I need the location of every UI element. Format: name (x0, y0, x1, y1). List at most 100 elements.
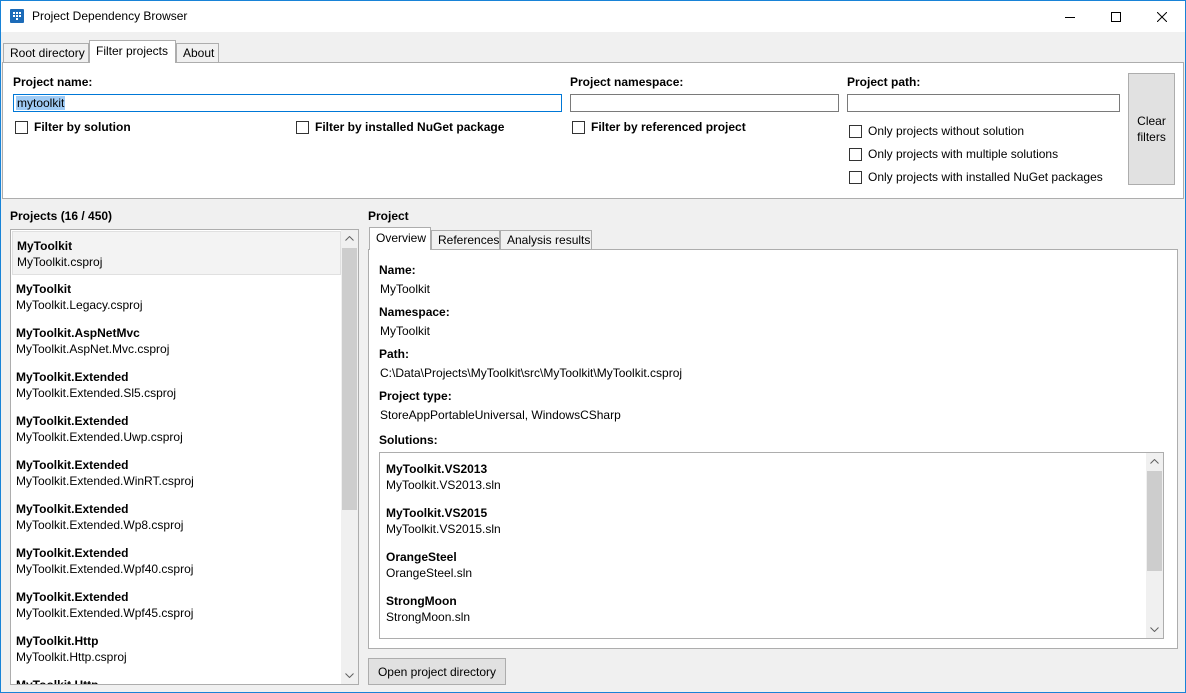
close-icon (1157, 11, 1167, 22)
overview-panel: Name: MyToolkit Namespace: MyToolkit Pat… (368, 249, 1178, 649)
solution-list-item[interactable]: MyToolkit.VS2013 MyToolkit.VS2013.sln (386, 461, 501, 493)
project-path-label: Project path: (847, 75, 921, 89)
project-list-item[interactable]: MyToolkit.Extended MyToolkit.Extended.Uwp… (12, 407, 341, 451)
solution-item-file: OrangeSteel.sln (386, 566, 473, 580)
project-item-name: MyToolkit.Extended (16, 590, 129, 604)
only-without-solution-checkbox[interactable]: Only projects without solution (849, 124, 1024, 138)
maximize-button[interactable] (1093, 1, 1139, 32)
namespace-value: MyToolkit (380, 324, 431, 338)
filter-by-solution-checkbox[interactable]: Filter by solution (15, 120, 131, 134)
filter-by-nuget-label: Filter by installed NuGet package (315, 120, 505, 134)
solution-list-item[interactable]: MyToolkit.VS2015 MyToolkit.VS2015.sln (386, 505, 501, 537)
chevron-up-icon (1150, 459, 1159, 464)
solution-item-name: StrongMoon (386, 594, 457, 608)
solution-item-name: MyToolkit.VS2015 (386, 506, 488, 520)
project-item-file: MyToolkit.AspNet.Mvc.csproj (16, 342, 170, 356)
checkbox-box (15, 120, 28, 134)
path-label: Path: (379, 347, 409, 361)
project-list-item[interactable]: MyToolkit.Extended MyToolkit.Extended.Wp8… (12, 495, 341, 539)
scroll-down-arrow[interactable] (1146, 621, 1163, 638)
project-item-file: MyToolkit.Legacy.csproj (16, 298, 143, 312)
project-item-name: MyToolkit.Extended (16, 414, 129, 428)
project-item-name: MyToolkit.Http (16, 678, 99, 685)
filter-panel: Project name: mytoolkit Project namespac… (2, 62, 1184, 199)
projects-header: Projects (16 / 450) (10, 209, 113, 223)
only-nuget-packages-label: Only projects with installed NuGet packa… (868, 170, 1103, 184)
project-item-name: MyToolkit.Extended (16, 458, 129, 472)
project-type-value: StoreAppPortableUniversal, WindowsCSharp (380, 408, 621, 422)
solutions-list[interactable]: MyToolkit.VS2013 MyToolkit.VS2013.sln MyTo… (379, 452, 1164, 639)
only-multiple-solutions-checkbox[interactable]: Only projects with multiple solutions (849, 147, 1058, 161)
project-item-file: MyToolkit.Extended.Sl5.csproj (16, 386, 177, 400)
project-type-label: Project type: (379, 389, 452, 403)
project-namespace-input[interactable] (570, 94, 839, 112)
solution-list-item[interactable]: OrangeSteel OrangeSteel.sln (386, 549, 472, 581)
project-item-name: MyToolkit.Extended (16, 502, 129, 516)
solution-item-name: OrangeSteel (386, 550, 457, 564)
solutions-scrollbar[interactable] (1146, 453, 1163, 638)
checkbox-box (849, 147, 862, 161)
project-list-item[interactable]: MyToolkit.Extended MyToolkit.Extended.Wpf… (12, 539, 341, 583)
project-item-file: MyToolkit.Extended.Wpf45.csproj (16, 606, 194, 620)
tab-references[interactable]: References (431, 230, 500, 250)
project-item-file: MyToolkit.csproj (17, 255, 103, 269)
project-item-name: MyToolkit.Extended (16, 546, 129, 560)
scroll-down-arrow[interactable] (341, 667, 358, 684)
tab-analysis-results[interactable]: Analysis results (500, 230, 592, 250)
filter-by-referenced-checkbox[interactable]: Filter by referenced project (572, 120, 746, 134)
namespace-label: Namespace: (379, 305, 450, 319)
project-list-item[interactable]: MyToolkit MyToolkit.csproj (12, 231, 341, 275)
filter-by-nuget-checkbox[interactable]: Filter by installed NuGet package (296, 120, 504, 134)
minimize-icon (1065, 16, 1075, 18)
scroll-thumb[interactable] (342, 248, 357, 510)
chevron-up-icon (345, 236, 354, 241)
app-window: Project Dependency Browser Root director… (0, 0, 1186, 693)
project-header: Project (368, 209, 409, 223)
scroll-thumb[interactable] (1147, 471, 1162, 571)
minimize-button[interactable] (1047, 1, 1093, 32)
maximize-icon (1111, 11, 1121, 22)
project-list-item[interactable]: MyToolkit.Extended MyToolkit.Extended.Sl5… (12, 363, 341, 407)
project-list-item[interactable]: MyToolkit.Http (12, 671, 341, 685)
solution-list-item[interactable]: StrongMoon StrongMoon.sln (386, 593, 470, 625)
project-name-value: mytoolkit (16, 96, 66, 110)
filter-by-solution-label: Filter by solution (34, 120, 131, 134)
project-list-item[interactable]: MyToolkit MyToolkit.Legacy.csproj (12, 275, 341, 319)
project-name-label: Project name: (13, 75, 93, 89)
chevron-down-icon (1150, 627, 1159, 632)
checkbox-box (849, 124, 862, 138)
chevron-down-icon (345, 673, 354, 678)
projects-list[interactable]: MyToolkit MyToolkit.csproj MyToolkit MyTool… (10, 229, 359, 685)
app-icon (10, 9, 24, 23)
scroll-up-arrow[interactable] (1146, 453, 1163, 470)
only-without-solution-label: Only projects without solution (868, 124, 1025, 138)
project-path-input[interactable] (847, 94, 1120, 112)
clear-filters-button[interactable]: Clear filters (1128, 73, 1175, 185)
name-value: MyToolkit (380, 282, 431, 296)
project-item-file: MyToolkit.Extended.WinRT.csproj (16, 474, 194, 488)
window-title: Project Dependency Browser (32, 9, 188, 23)
checkbox-box (296, 120, 309, 134)
tab-overview[interactable]: Overview (369, 227, 431, 250)
scroll-up-arrow[interactable] (341, 230, 358, 247)
project-list-item[interactable]: MyToolkit.AspNetMvc MyToolkit.AspNet.Mvc.… (12, 319, 341, 363)
close-button[interactable] (1139, 1, 1185, 32)
checkbox-box (849, 170, 862, 184)
project-list-item[interactable]: MyToolkit.Extended MyToolkit.Extended.Wpf… (12, 583, 341, 627)
project-name-input[interactable]: mytoolkit (13, 94, 562, 112)
project-list-item[interactable]: MyToolkit.Extended MyToolkit.Extended.Win… (12, 451, 341, 495)
tab-about[interactable]: About (176, 43, 219, 63)
only-multiple-solutions-label: Only projects with multiple solutions (868, 147, 1059, 161)
project-item-name: MyToolkit (16, 282, 72, 296)
project-item-file: MyToolkit.Extended.Wp8.csproj (16, 518, 184, 532)
title-bar: Project Dependency Browser (1, 1, 1185, 32)
project-namespace-label: Project namespace: (570, 75, 684, 89)
project-item-file: MyToolkit.Extended.Wpf40.csproj (16, 562, 194, 576)
open-project-directory-button[interactable]: Open project directory (368, 658, 506, 685)
solution-item-file: MyToolkit.VS2013.sln (386, 478, 501, 492)
only-nuget-packages-checkbox[interactable]: Only projects with installed NuGet packa… (849, 170, 1103, 184)
project-list-item[interactable]: MyToolkit.Http MyToolkit.Http.csproj (12, 627, 341, 671)
projects-scrollbar[interactable] (341, 230, 358, 684)
tab-filter-projects[interactable]: Filter projects (89, 40, 176, 63)
tab-root-directory[interactable]: Root directory (3, 43, 89, 63)
